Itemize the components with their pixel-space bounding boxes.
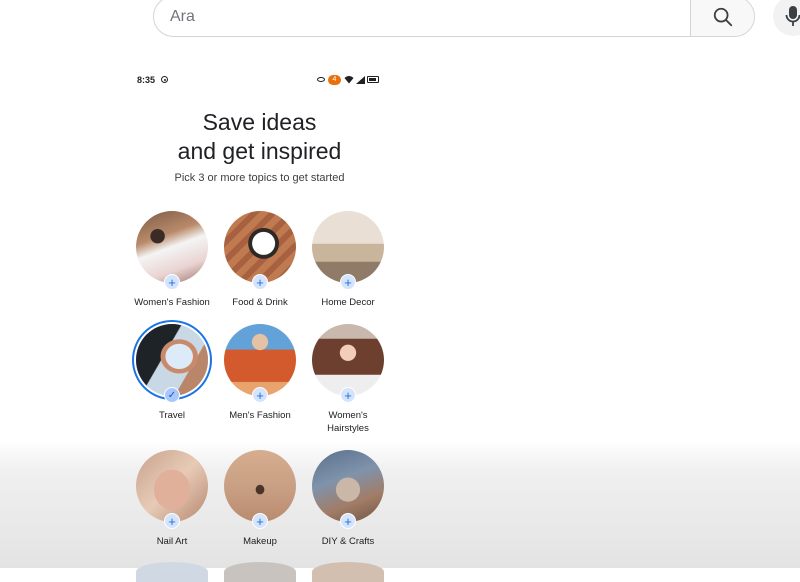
topic-image	[136, 450, 208, 522]
search-input[interactable]	[170, 5, 670, 29]
topic-label: Travel	[158, 410, 186, 421]
topic-label: DIY & Crafts	[321, 536, 375, 547]
battery-icon	[367, 76, 379, 83]
search-button[interactable]	[690, 0, 754, 36]
topic-label: Women's Fashion	[134, 297, 210, 308]
title-line-1: Save ideas	[202, 109, 317, 135]
topic-image	[224, 450, 296, 522]
next-topic-image	[136, 562, 208, 582]
search-icon	[713, 7, 732, 26]
add-topic-icon[interactable]: +	[340, 513, 356, 529]
topic-nail-art[interactable]: + Nail Art	[127, 450, 217, 548]
next-topic-image	[312, 562, 384, 582]
add-topic-icon[interactable]: +	[252, 513, 268, 529]
topic-label: Men's Fashion	[229, 410, 291, 421]
topic-label: Home Decor	[321, 297, 375, 308]
topic-image	[136, 211, 208, 283]
add-topic-icon[interactable]: +	[340, 387, 356, 403]
topic-image	[312, 450, 384, 522]
topic-image	[136, 324, 208, 396]
topic-travel[interactable]: ✓ Travel	[127, 324, 217, 422]
add-topic-icon[interactable]: +	[164, 513, 180, 529]
topic-makeup[interactable]: + Makeup	[215, 450, 305, 548]
topic-image	[224, 211, 296, 283]
voice-search-button[interactable]	[773, 0, 800, 36]
onboarding-title: Save ideas and get inspired	[137, 108, 382, 166]
wifi-icon	[344, 76, 354, 84]
status-eye-icon	[317, 77, 325, 82]
topic-image	[312, 324, 384, 396]
status-location-icon	[161, 76, 168, 83]
signal-icon	[356, 76, 365, 84]
topic-womens-hairstyles[interactable]: + Women's Hairstyles	[303, 324, 393, 435]
onboarding-subtitle: Pick 3 or more topics to get started	[174, 172, 345, 184]
add-topic-icon[interactable]: +	[252, 274, 268, 290]
topic-label: Food & Drink	[232, 297, 288, 308]
topic-label: Nail Art	[156, 536, 188, 547]
add-topic-icon[interactable]: +	[164, 274, 180, 290]
topic-image	[224, 324, 296, 396]
topic-image	[312, 211, 384, 283]
phone-status-bar: 8:35 4	[137, 74, 382, 88]
topic-womens-fashion[interactable]: + Women's Fashion	[127, 211, 217, 309]
topic-home-decor[interactable]: + Home Decor	[303, 211, 393, 309]
add-topic-icon[interactable]: +	[252, 387, 268, 403]
microphone-icon	[785, 6, 800, 26]
topic-label: Makeup	[243, 536, 277, 547]
title-line-2: and get inspired	[177, 138, 342, 164]
check-icon[interactable]: ✓	[164, 387, 180, 403]
add-topic-icon[interactable]: +	[340, 274, 356, 290]
topic-food-drink[interactable]: + Food & Drink	[215, 211, 305, 309]
status-time: 8:35	[137, 75, 156, 85]
notification-badge: 4	[328, 75, 341, 85]
search-bar	[153, 0, 755, 37]
topic-diy-crafts[interactable]: + DIY & Crafts	[303, 450, 393, 548]
next-topic-image	[224, 562, 296, 582]
topic-label: Women's Hairstyles	[327, 410, 369, 434]
topic-mens-fashion[interactable]: + Men's Fashion	[215, 324, 305, 422]
